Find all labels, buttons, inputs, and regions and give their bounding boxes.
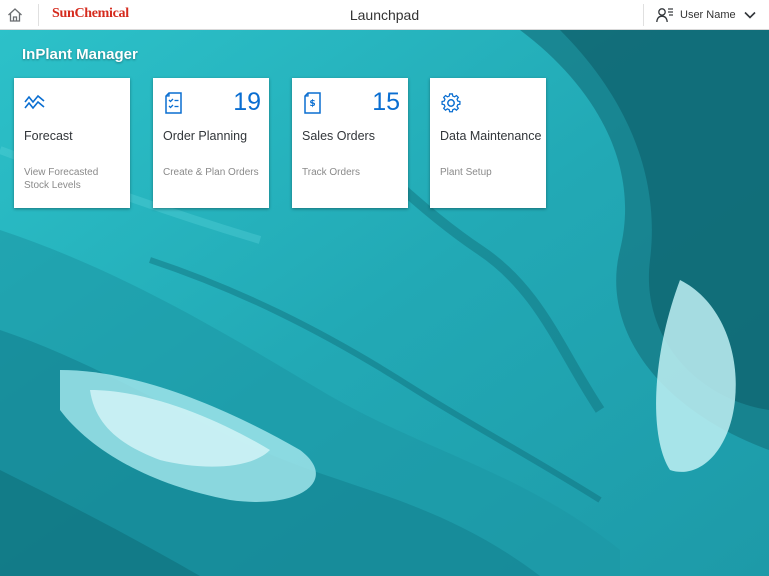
tile-subtitle: Plant Setup — [440, 167, 492, 178]
gear-icon — [441, 93, 461, 113]
tile-title: Data Maintenance — [440, 129, 542, 143]
shell-header: SunChemical Launchpad User Name — [0, 0, 769, 30]
user-settings-icon — [656, 7, 674, 23]
tile-title: Forecast — [24, 129, 73, 143]
sales-document-icon: $ — [304, 92, 321, 114]
tile-title: Order Planning — [163, 129, 248, 143]
tile-subtitle: Create & Plan Orders — [163, 167, 259, 178]
line-chart-icon — [24, 94, 45, 110]
header-separator — [643, 4, 644, 26]
launchpad-page: SunChemical Launchpad User Name InPlant … — [0, 0, 769, 576]
tile-order-planning[interactable]: 19 Order Planning Create & Plan Orders — [153, 78, 269, 208]
tile-data-maintenance[interactable]: Data Maintenance Plant Setup — [430, 78, 546, 208]
tile-sales-orders[interactable]: $ 15 Sales Orders Track Orders — [292, 78, 408, 208]
svg-text:$: $ — [309, 99, 315, 109]
user-name-label: User Name — [680, 8, 736, 21]
tile-count: 19 — [233, 88, 261, 116]
tile-subtitle: View Forecasted Stock Levels — [24, 167, 99, 191]
tile-title: Sales Orders — [302, 129, 375, 143]
tile-forecast[interactable]: Forecast View Forecasted Stock Levels — [14, 78, 130, 208]
chevron-down-icon — [744, 11, 756, 19]
checklist-document-icon — [165, 92, 182, 114]
group-title: InPlant Manager — [22, 46, 138, 63]
user-menu[interactable]: User Name — [652, 0, 769, 29]
tile-count: 15 — [372, 88, 400, 116]
tile-subtitle: Track Orders — [302, 167, 360, 178]
